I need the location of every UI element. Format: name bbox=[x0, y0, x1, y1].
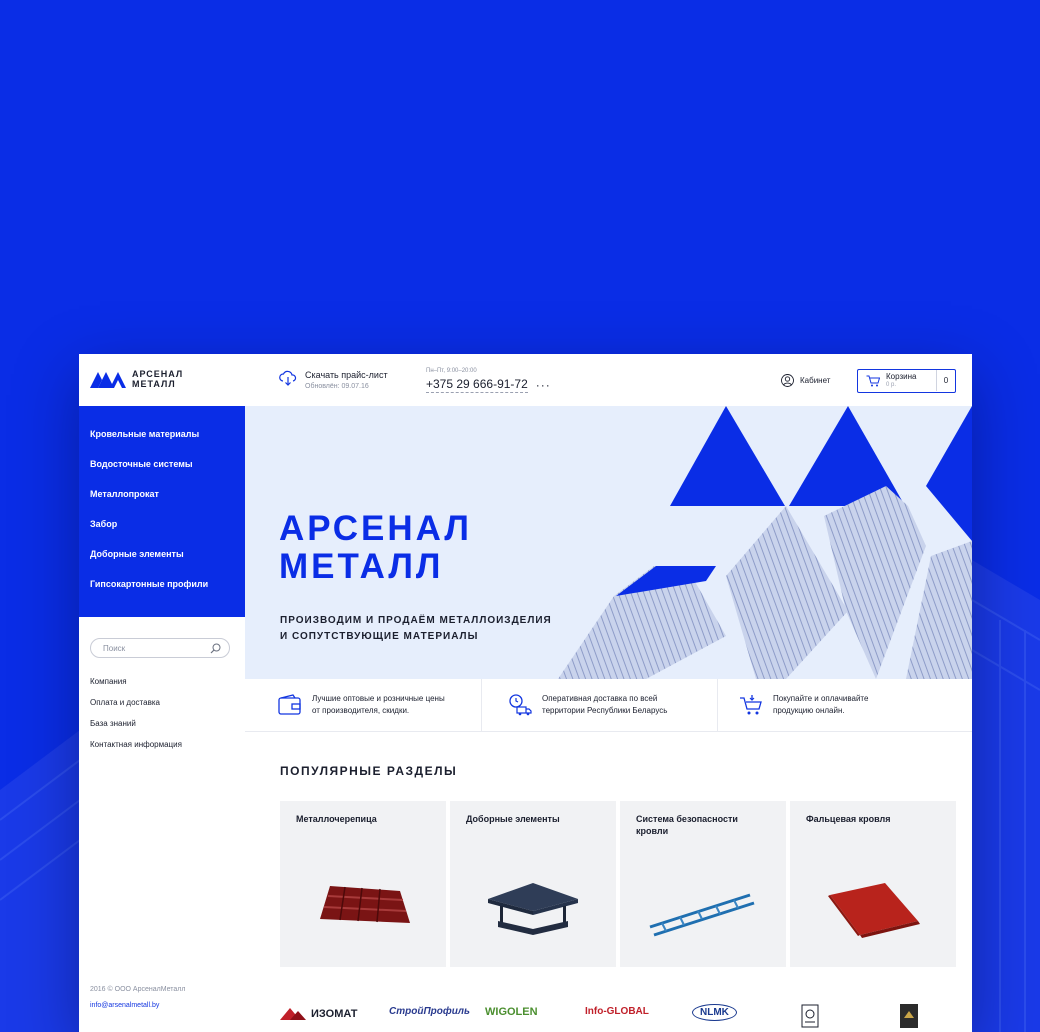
tile-label: Доборные элементы bbox=[466, 814, 560, 824]
feature-delivery-line-1: Оперативная доставка по всей bbox=[542, 694, 658, 703]
brand-stroyprofil[interactable]: СтройПрофиль bbox=[389, 1006, 470, 1017]
metal-tile-image bbox=[320, 886, 410, 923]
sidebar: Кровельные материалы Водосточные системы… bbox=[79, 406, 245, 1032]
info-links: Компания Оплата и доставка База знаний К… bbox=[90, 677, 182, 761]
izomat-logo-icon bbox=[280, 1008, 306, 1020]
feature-delivery: Оперативная доставка по всей территории … bbox=[508, 679, 667, 731]
cart-icon bbox=[866, 375, 880, 387]
category-menu: Кровельные материалы Водосточные системы… bbox=[79, 406, 245, 617]
cart-count: 0 bbox=[936, 370, 955, 391]
brand-dark-logo-icon[interactable] bbox=[900, 1004, 918, 1028]
site-header: АРСЕНАЛ МЕТАЛЛ Скачать прайс-лист Обновл… bbox=[79, 354, 972, 406]
hero-subtitle-line-2: И СОПУТСТВУЮЩИЕ МАТЕРИАЛЫ bbox=[280, 631, 479, 642]
tile-extra-elements[interactable]: Доборные элементы bbox=[450, 801, 616, 967]
search-box bbox=[90, 638, 230, 658]
tile-metal-tile[interactable]: Металлочерепица bbox=[280, 801, 446, 967]
brand-info-global[interactable]: Info-GLOBAL bbox=[585, 1006, 649, 1017]
search-input[interactable] bbox=[101, 643, 215, 654]
logo-line-2: МЕТАЛЛ bbox=[132, 379, 176, 389]
hero-title-line-1: АРСЕНАЛ bbox=[279, 509, 472, 548]
feature-online-line-1: Покупайте и оплачивайте bbox=[773, 694, 869, 703]
working-hours: Пн–Пт, 9:00–20:00 bbox=[426, 368, 477, 374]
cart-sum: 0 р. bbox=[886, 382, 897, 388]
price-list-label: Скачать прайс-лист bbox=[305, 370, 388, 380]
phone-block: Пн–Пт, 9:00–20:00 +375 29 666-91-72 ··· bbox=[426, 368, 551, 393]
brand-label: ИЗОМАТ bbox=[311, 1008, 358, 1020]
delivery-icon bbox=[509, 694, 532, 716]
logo-mark-icon bbox=[90, 372, 126, 388]
feature-online: Покупайте и оплачивайте продукцию онлайн… bbox=[739, 679, 868, 731]
phone-number[interactable]: +375 29 666-91-72 bbox=[426, 377, 528, 393]
hero-title-line-2: МЕТАЛЛ bbox=[279, 547, 444, 586]
user-icon bbox=[781, 374, 794, 387]
site-logo[interactable]: АРСЕНАЛ МЕТАЛЛ bbox=[90, 369, 183, 389]
brand-izomat[interactable]: ИЗОМАТ bbox=[280, 1006, 358, 1022]
more-phones-button[interactable]: ··· bbox=[536, 378, 551, 392]
email-link[interactable]: info@arsenalmetall.by bbox=[90, 1002, 159, 1009]
website-page: АРСЕНАЛ МЕТАЛЛ Скачать прайс-лист Обновл… bbox=[79, 354, 972, 1032]
feature-prices-line-1: Лучшие оптовые и розничные цены bbox=[312, 694, 445, 703]
search-icon[interactable] bbox=[210, 643, 221, 654]
link-payment-delivery[interactable]: Оплата и доставка bbox=[90, 698, 182, 719]
brand-logos: ИЗОМАТ СтройПрофиль WIGOLEN Info-GLOBAL … bbox=[280, 1002, 970, 1032]
feature-delivery-line-2: территории Республики Беларусь bbox=[542, 706, 668, 715]
brand-nlmk[interactable]: NLMK bbox=[692, 1004, 737, 1021]
hero-roof-graphic bbox=[558, 406, 972, 679]
category-metal-rolling[interactable]: Металлопрокат bbox=[79, 486, 245, 516]
brand-seal-icon[interactable] bbox=[800, 1004, 820, 1028]
cabinet-label: Кабинет bbox=[800, 376, 831, 385]
hero-subtitle-line-1: ПРОИЗВОДИМ И ПРОДАЁМ МЕТАЛЛОИЗДЕЛИЯ bbox=[280, 615, 552, 626]
seam-roof-image bbox=[828, 883, 920, 938]
price-list-updated: Обновлён: 09.07.16 bbox=[305, 383, 369, 390]
tile-label: Металлочерепица bbox=[296, 814, 377, 824]
hero-title: АРСЕНАЛ МЕТАЛЛ bbox=[279, 510, 472, 586]
cart-button[interactable]: Корзина 0 р. 0 bbox=[857, 369, 956, 393]
feature-divider bbox=[481, 679, 482, 731]
cart-title: Корзина bbox=[886, 372, 917, 381]
link-knowledge-base[interactable]: База знаний bbox=[90, 719, 182, 740]
popular-sections-title: ПОПУЛЯРНЫЕ РАЗДЕЛЫ bbox=[280, 764, 458, 778]
wallet-icon bbox=[278, 694, 301, 715]
cloud-download-icon bbox=[279, 370, 297, 386]
link-company[interactable]: Компания bbox=[90, 677, 182, 698]
feature-online-line-2: продукцию онлайн. bbox=[773, 706, 845, 715]
roof-ladder-image bbox=[649, 893, 755, 937]
feature-prices-line-2: от производителя, скидки. bbox=[312, 706, 410, 715]
tile-label: Фальцевая кровля bbox=[806, 814, 891, 824]
category-drainage[interactable]: Водосточные системы bbox=[79, 456, 245, 486]
chimney-cap-image bbox=[488, 883, 578, 935]
feature-divider bbox=[717, 679, 718, 731]
logo-line-1: АРСЕНАЛ bbox=[132, 369, 184, 379]
hero-subtitle: ПРОИЗВОДИМ И ПРОДАЁМ МЕТАЛЛОИЗДЕЛИЯ И СО… bbox=[280, 613, 570, 645]
tile-seam-roof[interactable]: Фальцевая кровля bbox=[790, 801, 956, 967]
feature-prices: Лучшие оптовые и розничные цены от произ… bbox=[278, 679, 445, 731]
category-fence[interactable]: Забор bbox=[79, 516, 245, 546]
cabinet-link[interactable]: Кабинет bbox=[781, 374, 830, 387]
brand-wigolen[interactable]: WIGOLEN bbox=[485, 1006, 538, 1018]
category-extra-elements[interactable]: Доборные элементы bbox=[79, 546, 245, 576]
cart-icon bbox=[740, 695, 762, 715]
tile-roof-safety[interactable]: Система безопасности кровли bbox=[620, 801, 786, 967]
tile-label: Система безопасности кровли bbox=[636, 814, 738, 836]
download-price-list[interactable]: Скачать прайс-лист Обновлён: 09.07.16 bbox=[279, 370, 388, 390]
category-drywall-profiles[interactable]: Гипсокартонные профили bbox=[79, 576, 245, 606]
copyright: 2016 © ООО АрсеналМеталл bbox=[90, 986, 186, 993]
link-contacts[interactable]: Контактная информация bbox=[90, 740, 182, 761]
hero-banner: АРСЕНАЛ МЕТАЛЛ ПРОИЗВОДИМ И ПРОДАЁМ МЕТА… bbox=[245, 406, 972, 679]
features-bar: Лучшие оптовые и розничные цены от произ… bbox=[245, 679, 972, 732]
category-roofing[interactable]: Кровельные материалы bbox=[79, 426, 245, 456]
